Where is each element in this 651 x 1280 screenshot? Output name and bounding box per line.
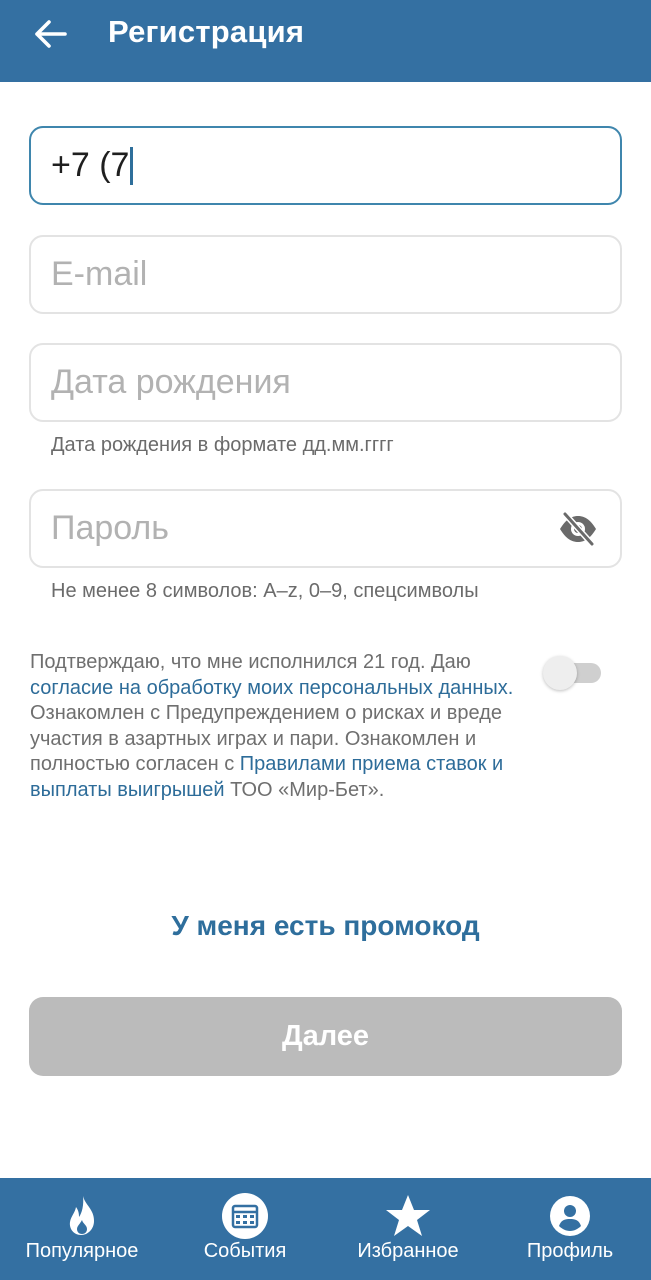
bottom-navigation: Популярное События Избранное Профиль: [0, 1178, 651, 1280]
calendar-icon: [222, 1193, 268, 1239]
password-input[interactable]: Пароль: [51, 491, 551, 566]
birthdate-hint: Дата рождения в формате дд.мм.гггг: [51, 434, 394, 456]
nav-label-favorites: Избранное: [357, 1240, 459, 1262]
nav-label-events: События: [203, 1240, 287, 1262]
consent-text-part-1: Подтверждаю, что мне исполнился 21 год. …: [30, 651, 471, 673]
flame-icon: [69, 1196, 94, 1235]
next-button[interactable]: Далее: [29, 997, 622, 1076]
nav-item-popular[interactable]: Популярное: [20, 1178, 144, 1280]
email-field[interactable]: E-mail: [29, 235, 622, 314]
consent-toggle[interactable]: [543, 656, 603, 690]
toggle-password-visibility-button[interactable]: [558, 511, 598, 547]
registration-screen: Регистрация +7 (7 E-mail Дата рождения Д…: [0, 0, 651, 1280]
password-field[interactable]: Пароль: [29, 489, 622, 568]
birthdate-field[interactable]: Дата рождения: [29, 343, 622, 422]
text-caret: [130, 146, 134, 185]
email-input[interactable]: E-mail: [51, 237, 551, 312]
promo-code-link[interactable]: У меня есть промокод: [0, 910, 651, 942]
phone-input[interactable]: +7 (7: [51, 128, 551, 203]
consent-text-part-3: ТОО «Мир-Бет».: [224, 778, 385, 801]
birthdate-input[interactable]: Дата рождения: [51, 345, 551, 420]
nav-item-profile[interactable]: Профиль: [522, 1178, 618, 1280]
user-icon: [550, 1196, 590, 1236]
eye-off-icon: [560, 511, 596, 547]
page-title: Регистрация: [108, 14, 305, 49]
consent-text: Подтверждаю, что мне исполнился 21 год. …: [30, 650, 540, 804]
arrow-left-icon: [35, 20, 67, 48]
nav-label-profile: Профиль: [526, 1240, 614, 1262]
nav-item-favorites[interactable]: Избранное: [350, 1178, 466, 1280]
personal-data-consent-link[interactable]: согласие на обработку моих персональных …: [30, 677, 513, 699]
phone-value: +7 (7: [51, 146, 130, 184]
toggle-thumb: [543, 656, 577, 690]
back-button[interactable]: [28, 12, 72, 56]
nav-label-popular: Популярное: [25, 1240, 139, 1262]
app-header: Регистрация: [0, 0, 651, 82]
nav-item-events[interactable]: События: [196, 1178, 294, 1280]
password-hint: Не менее 8 символов: A–z, 0–9, спецсимво…: [51, 580, 479, 602]
star-icon: [386, 1195, 430, 1236]
phone-field[interactable]: +7 (7: [29, 126, 622, 205]
